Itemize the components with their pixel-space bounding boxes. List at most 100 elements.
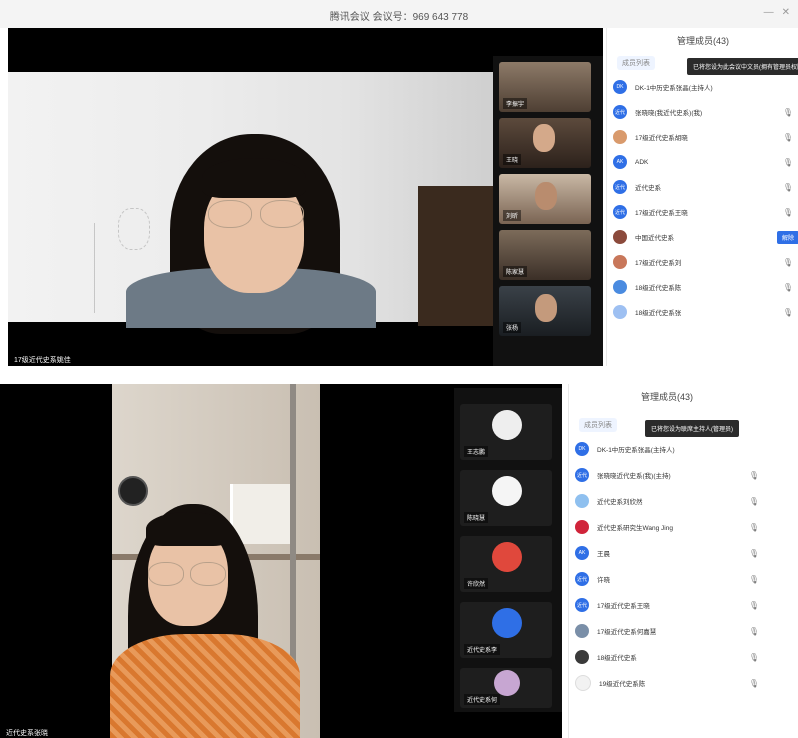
participant-row[interactable]: 中国近代史系 解除: [613, 226, 798, 248]
thumbnail-video[interactable]: 李振宇: [499, 62, 591, 112]
speaker-glasses: [260, 200, 304, 228]
mic-icon[interactable]: 🎙: [783, 133, 793, 142]
thumbnail-person: [533, 124, 555, 152]
participant-row[interactable]: 近代 17级近代史系王晓 🎙: [575, 594, 765, 616]
avatar: AK: [575, 546, 589, 560]
thumbnail-video[interactable]: 刘昕: [499, 174, 591, 224]
participant-name: 王晨: [597, 551, 610, 558]
participant-name: 中国近代史系: [635, 235, 674, 242]
avatar: [492, 542, 522, 572]
thumbnail-strip: 李振宇 王晓 刘昕 陈家慧 张杨: [493, 56, 603, 366]
participant-row[interactable]: 近代史系研究生Wang Jing 🎙: [575, 516, 765, 538]
thumbnail-video[interactable]: 王晓: [499, 118, 591, 168]
participant-name: 18级近代史系张: [635, 310, 682, 317]
thumbnail-video[interactable]: 陈晓慧: [460, 470, 552, 526]
main-video-area[interactable]: 近代史系张晓 王志鹏 陈晓慧 许欣然 近代史系李 近代史系何: [0, 384, 562, 738]
thumbnail-name: 张杨: [503, 322, 522, 333]
participant-row[interactable]: 近代 张晓晓(我近代史系)(我) 🎙: [613, 101, 798, 123]
clock-icon: [118, 476, 148, 506]
thumbnail-video[interactable]: 张杨: [499, 286, 591, 336]
avatar: DK: [575, 442, 589, 456]
avatar: 近代: [613, 105, 627, 119]
participant-row[interactable]: 18级近代史系 🎙: [575, 646, 765, 668]
participant-name: ADK: [635, 158, 649, 166]
shelf: [230, 484, 293, 544]
participant-row[interactable]: DK DK-1中历史系张晶(主持人): [575, 438, 765, 460]
mic-icon[interactable]: 🎙: [749, 679, 759, 688]
avatar: DK: [613, 80, 627, 94]
participant-name: 18级近代史系: [597, 655, 637, 662]
thumbnail-person: [535, 294, 557, 322]
thumbnail-video[interactable]: 近代史系李: [460, 602, 552, 658]
window-controls: — ✕: [764, 7, 790, 18]
thumbnail-name: 陈晓慧: [464, 512, 489, 523]
members-sidebar: 管理成员(43) 成员列表 已将您设为此会议中文员(拥有管理员权限) DK DK-…: [606, 28, 798, 366]
tab-members[interactable]: 成员列表: [579, 418, 617, 432]
main-video-area[interactable]: 17级近代史系姚佳 李振宇 王晓 刘昕 陈家慧 张杨: [8, 28, 603, 366]
avatar: 近代: [613, 180, 627, 194]
participant-row[interactable]: 18级近代史系张 🎙: [613, 301, 798, 323]
mic-icon[interactable]: 🎙: [749, 549, 759, 558]
thumbnail-video[interactable]: 陈家慧: [499, 230, 591, 280]
unmute-button[interactable]: 解除: [776, 230, 798, 244]
participant-row[interactable]: 17级近代史系刘 🎙: [613, 251, 798, 273]
thumbnail-name: 刘昕: [503, 210, 522, 221]
participant-row[interactable]: DK DK-1中历史系张晶(主持人): [613, 76, 798, 98]
mic-icon[interactable]: 🎙: [783, 108, 793, 117]
participant-name: 19级近代史系陈: [599, 681, 646, 688]
participant-row[interactable]: 近代 张晓晓近代史系(我)(主持) 🎙: [575, 464, 765, 486]
close-button[interactable]: ✕: [782, 7, 790, 18]
mic-icon[interactable]: 🎙: [749, 523, 759, 532]
thumbnail-video[interactable]: 近代史系何: [460, 668, 552, 708]
participant-row[interactable]: 17级近代史系何嘉慧 🎙: [575, 620, 765, 642]
mic-icon[interactable]: 🎙: [783, 308, 793, 317]
thumbnail-name: 李振宇: [503, 98, 528, 109]
mic-icon[interactable]: 🎙: [783, 258, 793, 267]
mic-icon[interactable]: 🎙: [783, 158, 793, 167]
notification-toast: 已将您设为联席主持人(管理员): [645, 420, 739, 437]
participant-row[interactable]: 近代 17级近代史系王晓 🎙: [613, 201, 798, 223]
participant-row[interactable]: 19级近代史系陈 🎙: [575, 672, 765, 694]
participant-row[interactable]: 17级近代史系胡晓 🎙: [613, 126, 798, 148]
participant-name: 许晓: [597, 577, 610, 584]
thumbnail-name: 近代史系李: [464, 644, 501, 655]
participant-name: 张晓晓(我近代史系)(我): [635, 110, 703, 117]
thumbnail-video[interactable]: 王志鹏: [460, 404, 552, 460]
avatar: 近代: [613, 205, 627, 219]
avatar: [575, 675, 591, 691]
tab-members[interactable]: 成员列表: [617, 56, 655, 70]
avatar: [575, 624, 589, 638]
notification-toast: 已将您设为此会议中文员(拥有管理员权限): [687, 58, 798, 75]
mic-icon[interactable]: 🎙: [749, 471, 759, 480]
participant-name: 17级近代史系王晓: [597, 603, 650, 610]
participant-row[interactable]: 近代 许晓 🎙: [575, 568, 765, 590]
participant-name: 17级近代史系何嘉慧: [597, 629, 657, 636]
participant-row[interactable]: 近代史系刘欣然 🎙: [575, 490, 765, 512]
speaker-glasses: [190, 562, 226, 586]
mic-icon[interactable]: 🎙: [749, 653, 759, 662]
participant-row[interactable]: AK ADK 🎙: [613, 151, 798, 173]
mic-icon[interactable]: 🎙: [783, 208, 793, 217]
mic-icon[interactable]: 🎙: [783, 283, 793, 292]
participant-name: 18级近代史系陈: [635, 285, 682, 292]
mic-icon[interactable]: 🎙: [749, 601, 759, 610]
participant-row[interactable]: 18级近代史系陈 🎙: [613, 276, 798, 298]
participant-name: 17级近代史系刘: [635, 260, 682, 267]
speaker-glasses: [208, 200, 252, 228]
sidebar-title: 管理成员(43): [640, 392, 693, 402]
mic-icon[interactable]: 🎙: [749, 627, 759, 636]
speaker-fringe: [146, 512, 230, 546]
participant-row[interactable]: AK 王晨 🎙: [575, 542, 765, 564]
avatar: [492, 410, 522, 440]
avatar: [492, 476, 522, 506]
avatar: 近代: [575, 572, 589, 586]
mic-icon[interactable]: 🎙: [749, 575, 759, 584]
participant-row[interactable]: 近代 近代史系 🎙: [613, 176, 798, 198]
mic-icon[interactable]: 🎙: [749, 497, 759, 506]
speaker-glasses: [148, 562, 184, 586]
mic-icon[interactable]: 🎙: [783, 183, 793, 192]
thumbnail-video[interactable]: 许欣然: [460, 536, 552, 592]
avatar: [494, 670, 520, 696]
minimize-button[interactable]: —: [764, 7, 774, 18]
members-sidebar: 管理成员(43) 成员列表 已将您设为联席主持人(管理员) DK DK-1中历史系…: [568, 384, 765, 738]
